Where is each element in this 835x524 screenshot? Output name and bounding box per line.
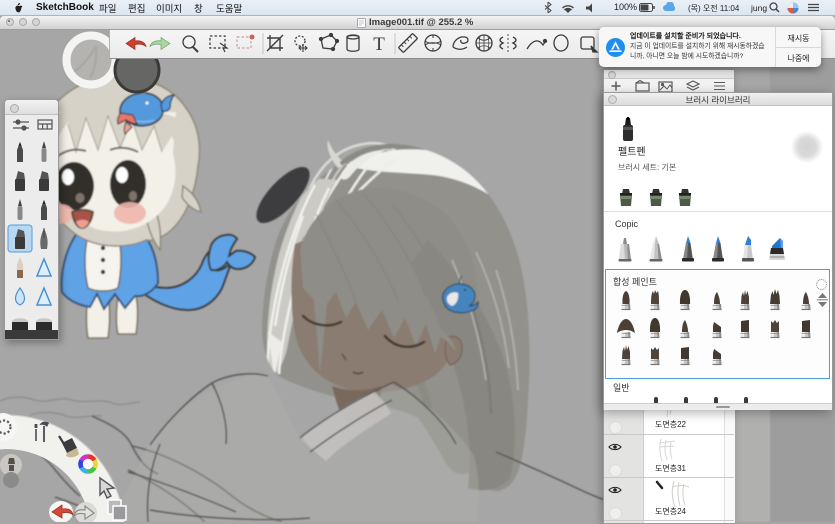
svg-text:T: T [373, 34, 385, 55]
